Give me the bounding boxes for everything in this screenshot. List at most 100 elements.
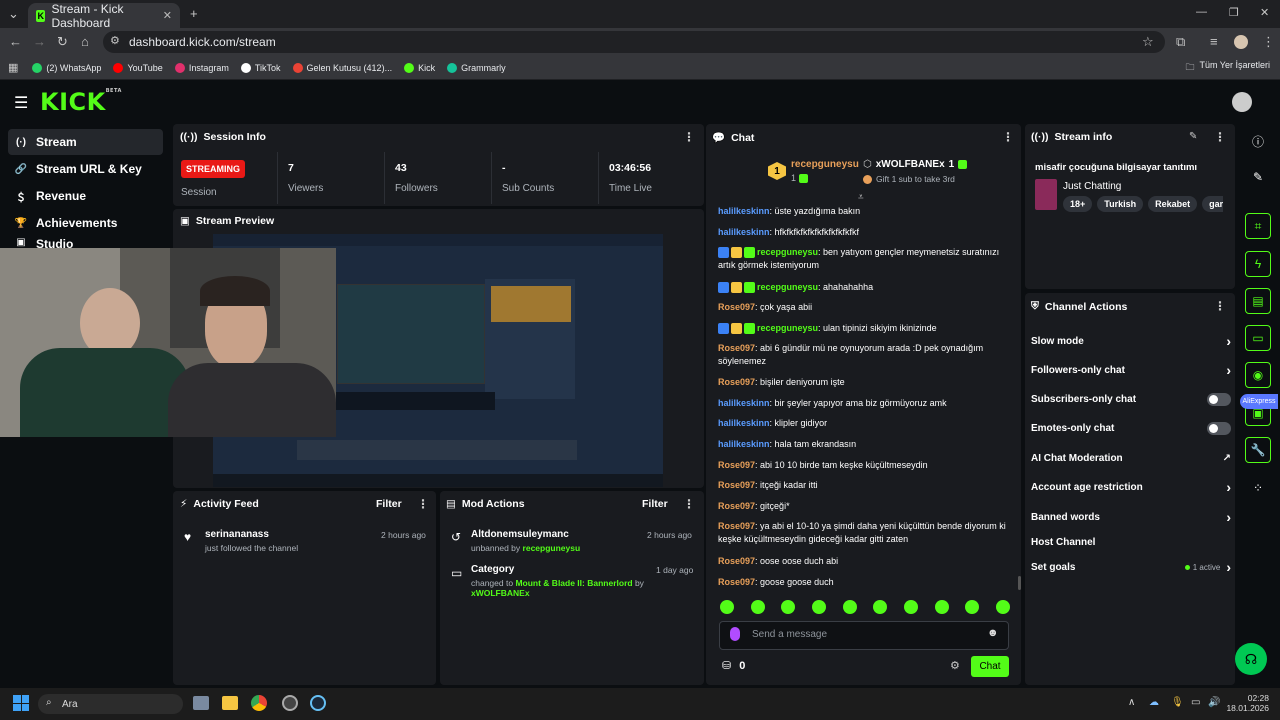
toggle-switch[interactable] (1207, 392, 1231, 406)
media-icon[interactable]: ≡ (1210, 34, 1218, 49)
chat-message[interactable]: halilkeskinn: hfkfkfkfkfkfkfkfkfkfkfkf (718, 226, 1018, 239)
new-tab-icon[interactable]: + (190, 6, 198, 21)
volume-icon[interactable]: 🔊 (1208, 697, 1220, 708)
task-view-icon[interactable] (193, 696, 209, 710)
chat-username[interactable]: Rose097 (718, 501, 755, 511)
category-name[interactable]: Just Chatting (1063, 181, 1121, 192)
chat-message[interactable]: Rose097: bişiler deniyorum işte (718, 376, 1018, 389)
emote-icon[interactable] (965, 600, 980, 614)
tab-close-icon[interactable]: ✕ (163, 9, 172, 22)
bookmark-item[interactable]: YouTube (113, 62, 163, 73)
hamburger-menu-icon[interactable]: ☰ (14, 93, 28, 113)
chat-message[interactable]: Rose097: abi 10 10 birde tam keşke küçül… (718, 459, 1018, 472)
minimize-icon[interactable]: — (1196, 6, 1207, 18)
profile-avatar[interactable] (1234, 35, 1248, 49)
chat-message[interactable]: Rose097: gitçeği* (718, 500, 1018, 513)
activity-menu-icon[interactable]: ⋮ (417, 497, 429, 511)
steam-icon[interactable] (310, 695, 326, 711)
emote-icon[interactable] (781, 600, 796, 614)
chat-username[interactable]: Rose097 (718, 556, 755, 566)
url-field[interactable]: dashboard.kick.com/stream (103, 31, 1165, 53)
bookmark-item[interactable]: Gelen Kutusu (412)... (292, 62, 392, 73)
channel-points[interactable]: ⛁ 0 (722, 659, 745, 673)
apps-icon[interactable]: ⁘ (1245, 475, 1271, 501)
chat-settings-icon[interactable]: ⚙ (950, 659, 960, 672)
chat-send-button[interactable]: Chat (971, 656, 1009, 677)
channel-action-ai-chat-moderation[interactable]: AI Chat Moderation ↗ (1031, 448, 1231, 468)
collapse-icon[interactable]: ⩡ (858, 192, 864, 203)
browser-menu-icon[interactable]: ⋮ (1262, 34, 1275, 50)
sidebar-item-revenue[interactable]: ＄ Revenue (8, 183, 163, 209)
maximize-icon[interactable]: ❐ (1229, 6, 1239, 19)
chat-message[interactable]: halilkeskinn: hala tam ekrandasın (718, 438, 1018, 451)
site-info-icon[interactable]: ⚙ (110, 34, 120, 47)
chat-message[interactable]: recepguneysu: ulan tipinizi sikiyim ikin… (718, 322, 1018, 335)
chat-icon[interactable]: ▭ (1245, 325, 1271, 351)
tab-search-icon[interactable]: ⌄ (8, 6, 19, 22)
wrench-icon[interactable]: 🔧 (1245, 437, 1271, 463)
toggle-switch[interactable] (1207, 421, 1231, 435)
user-avatar[interactable] (1232, 92, 1252, 112)
reload-icon[interactable]: ↻ (57, 34, 68, 50)
gift-prompt[interactable]: Gift 1 sub to take 3rd (863, 174, 955, 184)
activity-filter-button[interactable]: Filter (376, 498, 402, 510)
chat-username[interactable]: halilkeskinn (718, 418, 770, 428)
window-close-icon[interactable]: ✕ (1260, 6, 1269, 19)
clock[interactable]: 02:28 18.01.2026 (1226, 693, 1269, 713)
chat-username[interactable]: recepguneysu (757, 323, 818, 333)
channel-action-slow-mode[interactable]: Slow mode › (1031, 331, 1231, 351)
session-menu-icon[interactable]: ⋮ (683, 130, 695, 144)
chat-scrollbar[interactable] (1018, 576, 1021, 590)
chat-username[interactable]: Rose097 (718, 302, 755, 312)
channel-action-followers-only-chat[interactable]: Followers-only chat › (1031, 360, 1231, 380)
channel-action-set-goals[interactable]: Set goals 1 active › (1031, 557, 1231, 577)
monitor-icon[interactable]: ▭ (1191, 697, 1200, 708)
file-explorer-icon[interactable] (222, 696, 238, 710)
edit-pencil-icon[interactable]: ✎ (1189, 131, 1197, 142)
channel-action-emotes-only-chat[interactable]: Emotes-only chat (1031, 418, 1231, 438)
mic-tray-icon[interactable]: 🎙 (1171, 697, 1184, 708)
broadcast-icon[interactable]: ◉ (1245, 362, 1271, 388)
obs-icon[interactable] (282, 695, 298, 711)
chat-message[interactable]: halilkeskinn: bir şeyler yapıyor ama biz… (718, 397, 1018, 410)
sidebar-item-stream[interactable]: (·) Stream (8, 129, 163, 155)
chat-message[interactable]: Rose097: itçeği kadar itti (718, 479, 1018, 492)
emote-icon[interactable] (811, 600, 826, 614)
bookmark-star-icon[interactable]: ☆ (1142, 34, 1154, 50)
chat-message[interactable]: Rose097: abi 6 gündür mü ne oynuyorum ar… (718, 342, 1018, 368)
apps-grid-icon[interactable]: ▦ (8, 61, 18, 74)
chat-message[interactable]: Rose097: oose oose duch abi (718, 555, 1018, 568)
chat-username[interactable]: Rose097 (718, 577, 755, 587)
chat-username[interactable]: Rose097 (718, 521, 755, 531)
emoji-icon[interactable]: ☻ (987, 627, 999, 639)
channel-action-host-channel[interactable]: Host Channel (1031, 532, 1231, 552)
chat-username[interactable]: halilkeskinn (718, 398, 770, 408)
emote-icon[interactable] (842, 600, 857, 614)
stream-tag[interactable]: Rekabet (1148, 196, 1198, 212)
home-icon[interactable]: ⌂ (81, 34, 89, 49)
category-thumbnail[interactable] (1035, 179, 1057, 210)
chat-username[interactable]: Rose097 (718, 480, 755, 490)
cloud-icon[interactable]: ☁ (1149, 697, 1159, 708)
stream-tag[interactable]: 18+ (1063, 196, 1093, 212)
windows-start-icon[interactable] (13, 695, 29, 711)
bookmark-item[interactable]: Grammarly (447, 62, 506, 73)
bookmark-item[interactable]: TikTok (240, 62, 281, 73)
chat-menu-icon[interactable]: ⋮ (1002, 130, 1014, 144)
chat-username[interactable]: halilkeskinn (718, 439, 770, 449)
back-icon[interactable]: ← (9, 34, 22, 49)
all-bookmarks[interactable]: 🗀 Tüm Yer İşaretleri (1185, 60, 1270, 76)
support-headset-icon[interactable]: ☊ (1235, 643, 1267, 675)
bookmark-item[interactable]: Instagram (174, 62, 229, 73)
crop-icon[interactable]: ⌗ (1245, 213, 1271, 239)
mod-filter-button[interactable]: Filter (642, 498, 668, 510)
stream-info-menu-icon[interactable]: ⋮ (1214, 130, 1226, 144)
chat-username[interactable]: Rose097 (718, 460, 755, 470)
emote-icon[interactable] (873, 600, 888, 614)
tray-chevron-icon[interactable]: ∧ (1128, 697, 1135, 708)
stream-tag[interactable]: Turkish (1097, 196, 1144, 212)
chat-message[interactable]: halilkeskinn: üste yazdığıma bakın (718, 205, 1018, 218)
taskbar-search[interactable]: ⌕ Ara (38, 694, 183, 714)
chat-message[interactable]: recepguneysu: ahahahahha (718, 281, 1018, 294)
emote-icon[interactable] (934, 600, 949, 614)
